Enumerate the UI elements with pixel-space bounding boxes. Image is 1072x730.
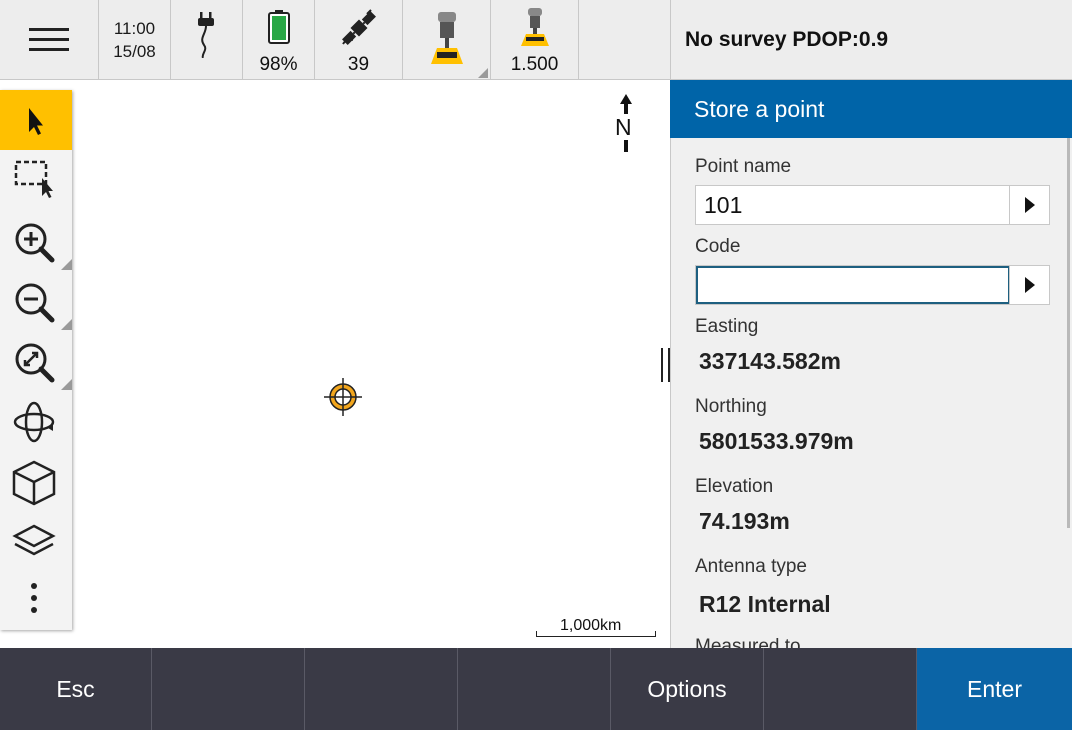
orbit-icon [13,401,55,443]
clock[interactable]: 11:00 15/08 [99,0,171,80]
satellite-count: 39 [347,54,370,75]
menu-icon [29,28,69,31]
dropdown-indicator [478,68,488,78]
elevation-value: 74.193m [699,508,790,534]
antenna-height-status[interactable]: 1.500 [491,0,579,80]
menu-icon-bar [29,38,69,41]
point-name-field [695,185,1050,225]
satellite-status[interactable]: 39 [315,0,403,80]
north-arrow: N [612,94,640,159]
crosshair-target-icon [324,378,362,416]
zoom-extents-icon [15,343,55,383]
menu-button[interactable] [0,0,99,80]
layers-tool[interactable] [0,510,72,570]
map-view[interactable]: N 1,000km [0,80,677,648]
point-name-input[interactable] [696,186,1010,224]
softkey-empty-2 [152,648,305,730]
zoom-extents-tool[interactable] [0,330,72,390]
code-label: Code [695,236,741,257]
code-field [695,265,1050,305]
gnss-receiver-icon [430,12,463,64]
battery-status[interactable]: 98% [243,0,315,80]
point-name-label: Point name [695,156,792,177]
zoom-out-tool[interactable] [0,270,72,330]
form-title-bar: Store a point [670,80,1072,138]
zoom-out-icon [15,283,55,323]
antenna-height-value: 1.500 [510,54,559,75]
softkey-empty-6 [764,648,917,730]
esc-button[interactable]: Esc [0,648,152,730]
code-input[interactable] [696,266,1010,304]
easting-value: 337143.582m [699,348,841,374]
form-title: Store a point [694,96,825,122]
power-status[interactable] [171,0,243,80]
survey-status-text: No survey PDOP:0.9 [685,28,889,51]
3d-view-tool[interactable] [0,450,72,510]
menu-icon-bar [29,48,69,51]
box-select-icon [14,160,53,198]
satellite-icon [341,9,376,45]
antenna-height-icon [520,8,549,46]
softkey-empty-3 [305,648,458,730]
store-point-form: Point name Code Easting 337143.582m Nort… [670,138,1072,648]
softkey-empty-4 [458,648,611,730]
zoom-in-icon [15,223,55,263]
scale-bar [536,631,656,637]
layers-icon [12,524,56,556]
more-tools[interactable] [0,570,72,630]
battery-icon [267,10,290,44]
tool-options-indicator [61,379,72,390]
more-icon [31,583,37,613]
softkey-bar: Esc Options Enter [0,648,1072,730]
power-plug-icon [197,12,214,58]
antenna-type-label: Antenna type [695,556,807,577]
current-position-marker[interactable] [324,378,362,421]
form-scrollbar[interactable] [1067,138,1070,528]
northing-value: 5801533.979m [699,428,854,454]
time-text: 11:00 [113,19,156,38]
tool-options-indicator [61,259,72,270]
select-tool[interactable] [0,90,72,150]
elevation-label: Elevation [695,476,774,497]
measured-to-label: Measured to [695,636,801,648]
northing-label: Northing [695,396,767,417]
antenna-type-value[interactable]: R12 Internal [699,591,831,618]
tool-options-indicator [61,319,72,330]
receiver-status[interactable] [403,0,491,80]
enter-button[interactable]: Enter [917,648,1072,730]
orbit-tool[interactable] [0,390,72,450]
map-toolbar [0,90,72,630]
select-icon [29,108,43,135]
point-name-pick-button[interactable] [1009,186,1049,224]
easting-label: Easting [695,316,759,337]
status-bar: 11:00 15/08 98% 39 1.500 [0,0,670,80]
options-button[interactable]: Options [611,648,764,730]
map-scale: 1,000km [536,617,656,637]
cube-icon [12,460,56,506]
north-label: N [615,114,632,140]
battery-percent: 98% [259,54,298,75]
code-pick-button[interactable] [1009,266,1049,304]
box-select-tool[interactable] [0,150,72,210]
date-text: 15/08 [113,42,156,61]
zoom-in-tool[interactable] [0,210,72,270]
status-spacer [579,0,670,80]
survey-status-header: No survey PDOP:0.9 [670,0,1072,80]
